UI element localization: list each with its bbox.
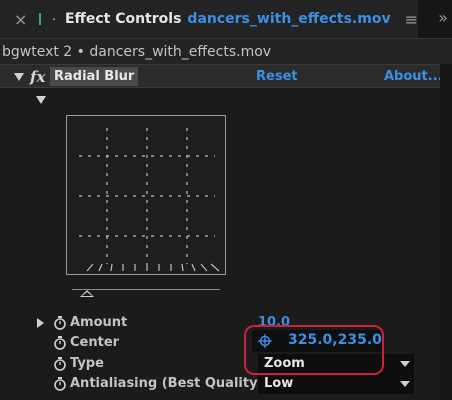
effect-collapse-icon[interactable] bbox=[14, 73, 24, 81]
antialiasing-label: Antialiasing (Best Quality) bbox=[70, 376, 264, 391]
panel-scroll-strip bbox=[440, 64, 452, 400]
effect-name[interactable]: Radial Blur bbox=[50, 67, 139, 86]
amount-value[interactable]: 10.0 bbox=[258, 315, 290, 330]
panel-menu-icon[interactable]: ≡ bbox=[405, 10, 418, 29]
stopwatch-icon[interactable] bbox=[53, 336, 67, 350]
chevron-down-icon bbox=[400, 381, 410, 387]
type-dropdown[interactable]: Zoom bbox=[258, 354, 414, 374]
antialiasing-dropdown[interactable]: Low bbox=[258, 374, 414, 394]
type-dropdown-value: Zoom bbox=[264, 356, 305, 371]
fx-icon[interactable]: fx bbox=[30, 68, 45, 86]
effect-header-row: fx Radial Blur Reset About... bbox=[0, 64, 443, 88]
label-color-icon bbox=[39, 13, 42, 25]
preview-grid-graphic bbox=[79, 128, 220, 272]
crosshair-target-icon[interactable] bbox=[258, 334, 272, 348]
stopwatch-icon[interactable] bbox=[53, 316, 67, 330]
preview-slider-handle[interactable] bbox=[80, 290, 94, 297]
close-tab-icon[interactable]: × bbox=[14, 10, 27, 29]
center-value[interactable]: 325.0,235.0 bbox=[288, 332, 382, 348]
chevron-down-icon bbox=[400, 361, 410, 367]
panel-title: Effect Controls bbox=[64, 11, 182, 27]
preview-collapse-icon[interactable] bbox=[36, 96, 46, 104]
panel-file-name: dancers_with_effects.mov bbox=[187, 11, 391, 27]
preview-slider-track bbox=[72, 289, 220, 290]
effect-controls-tab[interactable]: × Effect Controls dancers_with_effects.m… bbox=[0, 0, 418, 38]
radial-blur-preview bbox=[66, 115, 226, 275]
stopwatch-icon[interactable] bbox=[53, 357, 67, 371]
lock-icon[interactable] bbox=[53, 11, 55, 27]
panel-tab-bar: × Effect Controls dancers_with_effects.m… bbox=[0, 0, 452, 38]
type-label: Type bbox=[70, 356, 104, 371]
amount-label: Amount bbox=[70, 315, 128, 330]
center-label: Center bbox=[70, 335, 120, 350]
tab-overflow-icon[interactable]: » bbox=[438, 8, 448, 27]
stopwatch-icon[interactable] bbox=[53, 377, 67, 391]
about-link[interactable]: About... bbox=[384, 69, 443, 84]
amount-expand-icon[interactable] bbox=[37, 318, 44, 328]
antialiasing-dropdown-value: Low bbox=[264, 376, 294, 391]
source-clip-line[interactable]: bgwtext 2 • dancers_with_effects.mov bbox=[0, 38, 452, 64]
reset-link[interactable]: Reset bbox=[256, 69, 298, 84]
